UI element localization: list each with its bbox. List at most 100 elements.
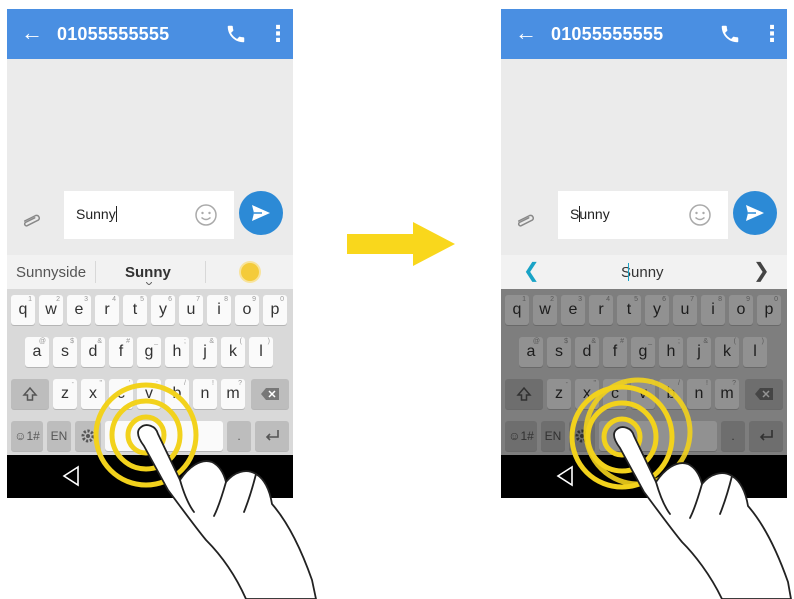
key-v[interactable]: v: xyxy=(137,379,161,409)
key-w[interactable]: w2 xyxy=(39,295,63,325)
key-y[interactable]: y6 xyxy=(151,295,175,325)
chevron-left-icon[interactable]: ❮ xyxy=(523,261,540,281)
key-r[interactable]: r4 xyxy=(95,295,119,325)
app-bar: ← 01055555555 ⋮ xyxy=(501,9,787,59)
key-hint: _ xyxy=(154,338,158,345)
key-c[interactable]: c ' xyxy=(109,379,133,409)
shift-key[interactable] xyxy=(11,379,49,409)
gear-icon xyxy=(81,429,95,443)
key-a[interactable]: a @ xyxy=(25,337,49,367)
text-cursor xyxy=(115,206,117,222)
suggestion-divider xyxy=(95,261,96,283)
message-input[interactable]: Sunny xyxy=(558,191,728,239)
back-arrow-icon[interactable]: ← xyxy=(21,20,43,46)
suggestion-chevron-icon xyxy=(146,282,152,285)
emoji-icon[interactable] xyxy=(688,203,712,227)
key-o[interactable]: o9 xyxy=(235,295,259,325)
suggestion-bar: Sunnyside Sunny xyxy=(7,255,293,289)
key-t[interactable]: t5 xyxy=(123,295,147,325)
text-cursor xyxy=(579,206,580,222)
key-label: q xyxy=(18,301,28,318)
key-e[interactable]: e3 xyxy=(67,295,91,325)
key-i[interactable]: i8 xyxy=(207,295,231,325)
message-text: Sunny xyxy=(76,206,116,222)
settings-key[interactable] xyxy=(75,421,101,451)
transition-arrow-icon xyxy=(347,222,455,266)
key-hint: ' xyxy=(128,380,130,387)
app-bar: ← 01055555555 ⋮ xyxy=(7,9,293,59)
nav-back-icon[interactable] xyxy=(555,465,575,487)
key-m[interactable]: m? xyxy=(221,379,245,409)
key-hint: ( xyxy=(239,338,242,345)
key-s[interactable]: s $ xyxy=(53,337,77,367)
send-icon xyxy=(746,205,764,221)
key-label: ☺1# xyxy=(14,429,40,443)
sun-emoji-icon[interactable] xyxy=(241,263,259,281)
key-x[interactable]: x " xyxy=(81,379,105,409)
key-d[interactable]: d & xyxy=(81,337,105,367)
key-k[interactable]: k( xyxy=(221,337,245,367)
suggestion-divider xyxy=(205,261,206,283)
compose-bar: Sunny xyxy=(501,189,787,255)
key-label: s xyxy=(61,343,69,360)
key-hint: ? xyxy=(238,380,242,387)
compose-bar: Sunny xyxy=(7,189,293,255)
key-label: EN xyxy=(50,429,68,443)
key-hint: ) xyxy=(267,338,270,345)
key-g[interactable]: g _ xyxy=(137,337,161,367)
space-key[interactable] xyxy=(105,421,223,451)
key-label: d xyxy=(88,343,98,360)
emoji-mode-key[interactable]: ☺1# xyxy=(11,421,43,451)
enter-key[interactable] xyxy=(255,421,289,451)
key-label: x xyxy=(89,385,97,402)
key-z[interactable]: z- xyxy=(53,379,77,409)
key-hint: 8 xyxy=(224,296,228,303)
key-b[interactable]: b / xyxy=(165,379,189,409)
backspace-key[interactable] xyxy=(251,379,289,409)
enter-icon xyxy=(265,430,279,441)
message-thread-area xyxy=(501,59,787,189)
key-f[interactable]: f # xyxy=(109,337,133,367)
suggestion-sunnyside[interactable]: Sunnyside xyxy=(16,264,86,281)
key-hint: ! xyxy=(212,380,214,387)
key-label: f xyxy=(118,343,124,360)
contact-number: 01055555555 xyxy=(551,24,664,44)
key-label: i xyxy=(217,301,221,318)
navigation-bar xyxy=(501,455,787,498)
key-label: . xyxy=(237,429,241,443)
phone-screen-before: ← 01055555555 ⋮ Sunny Sunnyside Sunny q1… xyxy=(7,9,293,498)
call-icon[interactable] xyxy=(225,22,247,46)
key-hint: 4 xyxy=(112,296,116,303)
key-hint: 5 xyxy=(140,296,144,303)
key-hint: 9 xyxy=(252,296,256,303)
period-key[interactable]: . xyxy=(227,421,251,451)
send-button[interactable] xyxy=(733,191,777,235)
attach-icon[interactable] xyxy=(515,211,537,231)
key-p[interactable]: p0 xyxy=(263,295,287,325)
key-label: n xyxy=(200,385,210,402)
cursor-marker xyxy=(628,263,629,281)
key-u[interactable]: u7 xyxy=(179,295,203,325)
suggestion-sunny[interactable]: Sunny xyxy=(125,264,171,281)
attach-icon[interactable] xyxy=(21,211,43,231)
overflow-menu-icon[interactable]: ⋮ xyxy=(267,21,289,47)
call-icon[interactable] xyxy=(719,22,741,46)
key-q[interactable]: q1 xyxy=(11,295,35,325)
key-j[interactable]: j & xyxy=(193,337,217,367)
key-hint: 3 xyxy=(84,296,88,303)
key-h[interactable]: h; xyxy=(165,337,189,367)
key-l[interactable]: l) xyxy=(249,337,273,367)
chevron-right-icon[interactable]: ❯ xyxy=(753,261,770,281)
nav-back-icon[interactable] xyxy=(61,465,81,487)
send-button[interactable] xyxy=(239,191,283,235)
key-hint: - xyxy=(71,380,74,387)
overflow-menu-icon[interactable]: ⋮ xyxy=(761,21,783,47)
navigation-bar xyxy=(7,455,293,498)
emoji-icon[interactable] xyxy=(194,203,218,227)
key-n[interactable]: n! xyxy=(193,379,217,409)
message-input[interactable]: Sunny xyxy=(64,191,234,239)
language-key[interactable]: EN xyxy=(47,421,71,451)
key-label: t xyxy=(132,301,138,318)
key-label: c xyxy=(117,385,125,402)
back-arrow-icon[interactable]: ← xyxy=(515,20,537,46)
